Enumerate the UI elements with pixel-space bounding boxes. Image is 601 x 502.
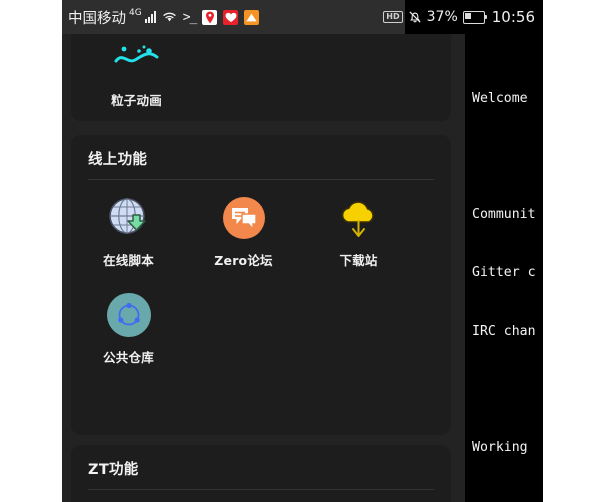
share-network-icon <box>105 291 153 339</box>
grid-item-label: 粒子动画 <box>111 93 162 108</box>
battery-icon <box>462 10 488 24</box>
network-type-label: 4G <box>129 8 142 18</box>
hd-badge: HD <box>383 11 403 23</box>
status-bar-right-group: HD 37% 10:56 <box>383 8 535 26</box>
grid-item-empty-2 <box>301 291 416 366</box>
bell-muted-icon <box>408 10 422 24</box>
grid-row-1: 在线脚本 Zero论坛 下载站 <box>71 180 451 269</box>
particle-wave-icon <box>113 34 161 82</box>
battery-percent-label: 37% <box>426 9 458 25</box>
grid-item-particle[interactable]: 粒子动画 <box>79 34 194 109</box>
screen-root: 中国移动 4G >_ HD 37% 10:56 粒子动画 线上功能 在线脚本 Z… <box>0 0 601 502</box>
grid-item-public-repo[interactable]: 公共仓库 <box>71 291 186 366</box>
card-particle-animation: 粒子动画 <box>71 34 451 121</box>
card-divider <box>88 489 434 490</box>
terminal-line: IRC chan <box>472 323 536 339</box>
clock-label: 10:56 <box>491 8 535 26</box>
terminal-line: Gitter c <box>472 265 536 281</box>
card-title-online: 线上功能 <box>88 152 148 168</box>
grid-item-online-script[interactable]: 在线脚本 <box>71 194 186 269</box>
grid-item-zero-forum[interactable]: Zero论坛 <box>186 194 301 269</box>
globe-download-icon <box>105 194 153 242</box>
signal-bars-icon <box>144 11 156 23</box>
cloud-download-icon <box>335 194 383 242</box>
orange-app-icon <box>244 9 260 25</box>
location-pin-icon <box>202 9 218 25</box>
terminal-panel[interactable]: Welcome Communit Gitter c IRC chan Worki… <box>465 34 543 502</box>
heart-app-icon <box>223 9 239 25</box>
grid-item-label: 公共仓库 <box>103 350 154 365</box>
card-online-functions: 线上功能 在线脚本 Zero论坛 下载站 公共仓库 <box>71 135 451 435</box>
status-bar: 中国移动 4G >_ HD 37% 10:56 <box>62 0 543 34</box>
wifi-icon <box>162 11 177 23</box>
card-zt-functions: ZT功能 <box>71 445 451 502</box>
grid-row-2: 公共仓库 <box>71 269 451 366</box>
terminal-line: Communit <box>472 207 536 223</box>
status-bar-left-group: 中国移动 4G >_ <box>68 7 260 28</box>
carrier-label: 中国移动 <box>68 10 126 27</box>
card-title-zt: ZT功能 <box>88 462 139 478</box>
grid-item-download-station[interactable]: 下载站 <box>301 194 416 269</box>
app-panel: 粒子动画 线上功能 在线脚本 Zero论坛 下载站 公共仓库 ZT功能 <box>62 34 465 502</box>
terminal-line: Working <box>472 440 536 456</box>
terminal-prompt-icon: >_ <box>182 9 198 25</box>
grid-item-label: Zero论坛 <box>214 253 273 268</box>
terminal-line: Welcome <box>472 90 536 106</box>
grid-item-empty-1 <box>186 291 301 366</box>
grid-item-label: 下载站 <box>339 253 378 268</box>
grid-item-label: 在线脚本 <box>103 253 154 268</box>
chat-bubbles-icon <box>220 194 268 242</box>
